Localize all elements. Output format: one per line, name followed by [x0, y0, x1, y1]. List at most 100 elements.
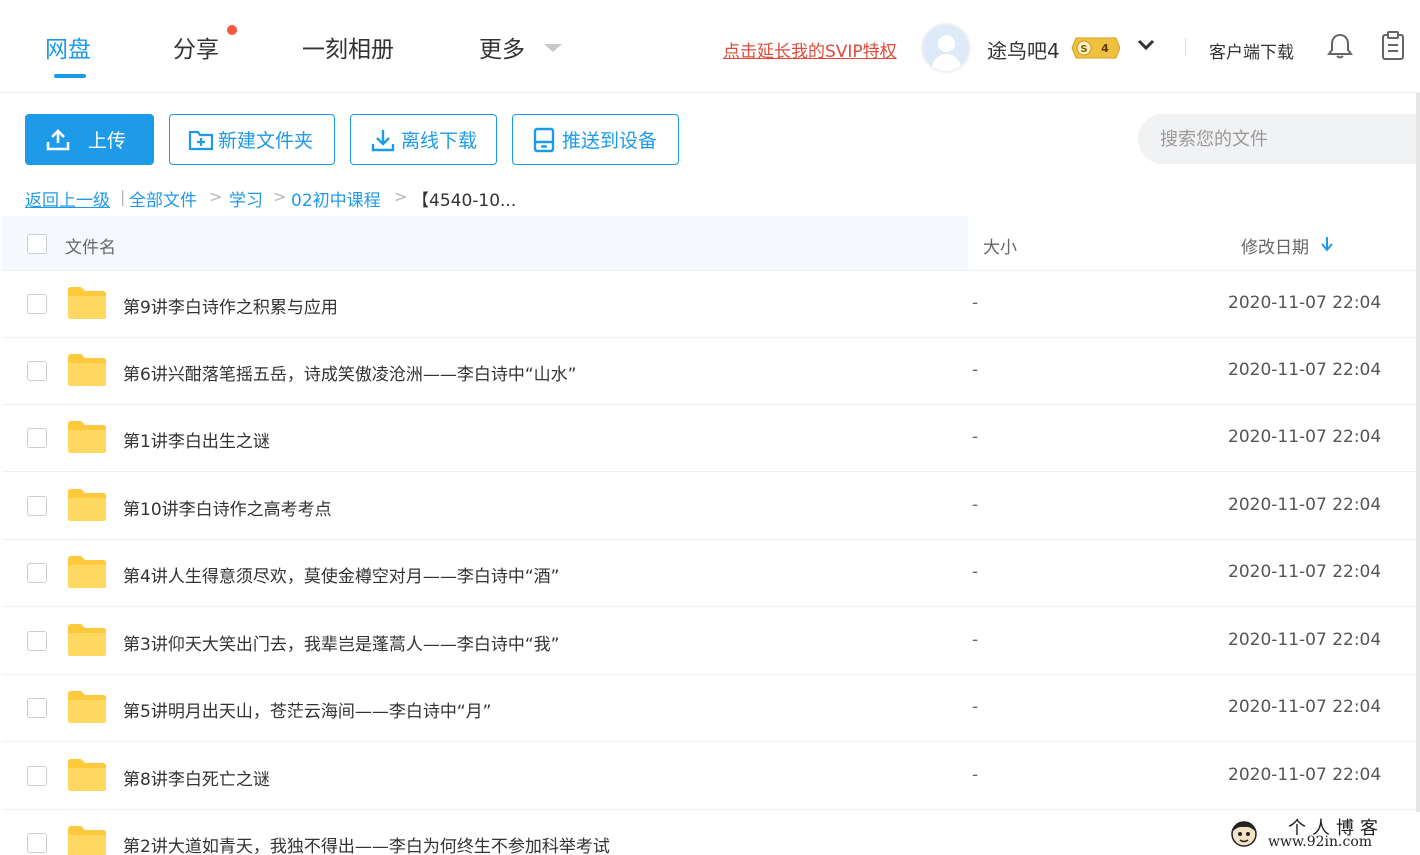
offline-download-button[interactable]: 离线下载: [350, 114, 497, 165]
table-row[interactable]: 第8讲李白死亡之谜 - 2020-11-07 22:04: [2, 743, 1420, 810]
scrollbar-track[interactable]: [1416, 93, 1420, 855]
row-checkbox[interactable]: [27, 428, 47, 448]
table-row[interactable]: 第4讲人生得意须尽欢，莫使金樽空对月——李白诗中“酒” - 2020-11-07…: [2, 540, 1420, 607]
push-to-device-label: 推送到设备: [562, 130, 658, 152]
new-folder-icon: [188, 130, 214, 150]
file-size: -: [972, 765, 979, 785]
username[interactable]: 途鸟吧4: [987, 35, 1060, 64]
row-checkbox[interactable]: [27, 294, 47, 314]
nav-divider: [1185, 38, 1186, 56]
folder-icon: [68, 556, 106, 588]
vip-badge-symbol: S: [1080, 44, 1087, 55]
vip-level-badge: S 4: [1071, 37, 1120, 59]
file-size: -: [972, 495, 979, 515]
column-header-name[interactable]: 文件名: [65, 233, 116, 258]
offline-download-label: 离线下载: [401, 130, 478, 152]
file-date: 2020-11-07 22:04: [1228, 293, 1382, 313]
file-date: 2020-11-07 22:04: [1228, 562, 1382, 582]
row-checkbox[interactable]: [27, 833, 47, 853]
vip-badge-level: 4: [1101, 42, 1109, 55]
svip-extend-link[interactable]: 点击延长我的SVIP特权: [723, 37, 897, 62]
client-download-link[interactable]: 客户端下载: [1209, 38, 1294, 63]
file-date: 2020-11-07 22:04: [1228, 360, 1382, 380]
nav-tab-more[interactable]: 更多: [479, 30, 525, 64]
row-checkbox[interactable]: [27, 698, 47, 718]
new-folder-button[interactable]: 新建文件夹: [169, 114, 335, 165]
breadcrumb-separator: >: [394, 187, 408, 206]
search-box: [1138, 114, 1420, 164]
table-row[interactable]: 第1讲李白出生之谜 - 2020-11-07 22:04: [2, 405, 1420, 472]
clipboard-icon[interactable]: [1380, 31, 1406, 61]
breadcrumb-divider: |: [120, 187, 126, 206]
file-name[interactable]: 第3讲仰天大笑出门去，我辈岂是蓬蒿人——李白诗中“我”: [123, 630, 559, 655]
file-date: 2020-11-07 22:04: [1228, 427, 1382, 447]
table-row[interactable]: 第10讲李白诗作之高考考点 - 2020-11-07 22:04: [2, 473, 1420, 540]
upload-icon: [46, 128, 70, 150]
file-name[interactable]: 第6讲兴酣落笔摇五岳，诗成笑傲凌沧洲——李白诗中“山水”: [123, 360, 576, 385]
file-date: 2020-11-07 22:04: [1228, 765, 1382, 785]
file-size: -: [972, 360, 979, 380]
file-size: -: [972, 562, 979, 582]
folder-icon: [68, 759, 106, 791]
file-size: -: [972, 630, 979, 650]
table-row[interactable]: 第2讲大道如青天，我独不得出——李白为何终生不参加科举考试: [2, 810, 1420, 855]
bell-icon[interactable]: [1327, 32, 1353, 60]
file-name[interactable]: 第5讲明月出天山，苍茫云海间——李白诗中“月”: [123, 697, 491, 722]
nav-tab-share[interactable]: 分享: [173, 30, 219, 64]
watermark: 个人博客 www.92in.com: [1222, 812, 1420, 855]
row-checkbox[interactable]: [27, 766, 47, 786]
breadcrumb-middle-school[interactable]: 02初中课程: [291, 186, 381, 211]
select-all-checkbox[interactable]: [27, 234, 47, 254]
avatar[interactable]: [921, 23, 971, 73]
chevron-down-icon[interactable]: [1136, 37, 1156, 53]
sort-down-arrow-icon[interactable]: [1320, 236, 1334, 252]
folder-icon: [68, 287, 106, 319]
more-caret-icon[interactable]: [544, 44, 562, 52]
file-size: -: [972, 293, 979, 313]
upload-button[interactable]: 上传: [25, 114, 154, 165]
search-input[interactable]: [1160, 127, 1410, 151]
table-row[interactable]: 第3讲仰天大笑出门去，我辈岂是蓬蒿人——李白诗中“我” - 2020-11-07…: [2, 608, 1420, 675]
download-icon: [371, 129, 395, 151]
file-name[interactable]: 第9讲李白诗作之积累与应用: [123, 293, 338, 318]
file-name[interactable]: 第1讲李白出生之谜: [123, 427, 270, 452]
file-date: 2020-11-07 22:04: [1228, 697, 1382, 717]
device-icon: [533, 127, 555, 152]
folder-icon: [68, 354, 106, 386]
folder-icon: [68, 624, 106, 656]
top-nav-bar: 网盘 分享 一刻相册 更多 点击延长我的SVIP特权 途鸟吧4 S 4 客户端下…: [0, 0, 1420, 93]
breadcrumb-back-link[interactable]: 返回上一级: [25, 186, 110, 211]
folder-icon: [68, 826, 106, 855]
file-size: -: [972, 697, 979, 717]
file-name[interactable]: 第2讲大道如青天，我独不得出——李白为何终生不参加科举考试: [123, 832, 610, 855]
breadcrumb-all-files[interactable]: 全部文件: [129, 186, 197, 211]
cartoon-face-icon: [1231, 821, 1257, 847]
table-row[interactable]: 第5讲明月出天山，苍茫云海间——李白诗中“月” - 2020-11-07 22:…: [2, 675, 1420, 742]
column-header-size[interactable]: 大小: [983, 233, 1017, 258]
row-checkbox[interactable]: [27, 361, 47, 381]
table-row[interactable]: 第6讲兴酣落笔摇五岳，诗成笑傲凌沧洲——李白诗中“山水” - 2020-11-0…: [2, 338, 1420, 405]
folder-icon: [68, 691, 106, 723]
nav-tab-album[interactable]: 一刻相册: [302, 30, 394, 64]
breadcrumb-separator: >: [209, 187, 223, 206]
nav-tab-netdisk[interactable]: 网盘: [45, 30, 91, 64]
breadcrumb-study[interactable]: 学习: [229, 186, 263, 211]
folder-icon: [68, 421, 106, 453]
row-checkbox[interactable]: [27, 496, 47, 516]
file-name[interactable]: 第10讲李白诗作之高考考点: [123, 495, 332, 520]
row-checkbox[interactable]: [27, 563, 47, 583]
file-name[interactable]: 第8讲李白死亡之谜: [123, 765, 270, 790]
row-checkbox[interactable]: [27, 631, 47, 651]
table-row[interactable]: 第9讲李白诗作之积累与应用 - 2020-11-07 22:04: [2, 271, 1420, 338]
new-folder-label: 新建文件夹: [218, 130, 314, 152]
file-date: 2020-11-07 22:04: [1228, 630, 1382, 650]
file-name[interactable]: 第4讲人生得意须尽欢，莫使金樽空对月——李白诗中“酒”: [123, 562, 559, 587]
upload-label: 上传: [88, 130, 127, 152]
push-to-device-button[interactable]: 推送到设备: [512, 114, 679, 165]
active-tab-indicator: [54, 74, 86, 78]
table-header: [2, 216, 1420, 271]
column-header-date[interactable]: 修改日期: [1241, 233, 1309, 258]
file-date: 2020-11-07 22:04: [1228, 495, 1382, 515]
breadcrumb-separator: >: [273, 187, 287, 206]
file-size: -: [972, 427, 979, 447]
